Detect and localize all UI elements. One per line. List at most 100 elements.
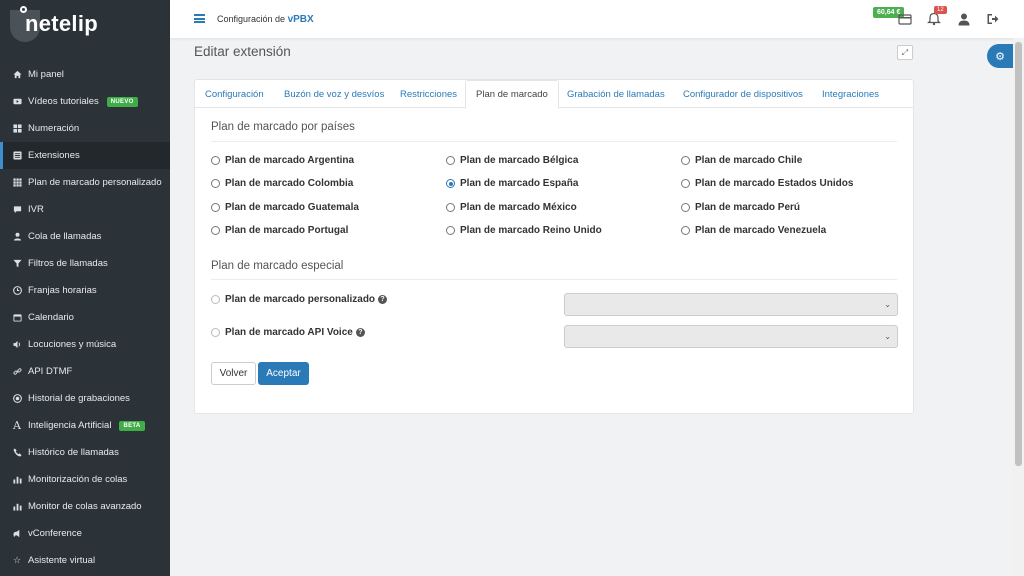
radio-personalizado[interactable]: Plan de marcado personalizado ? xyxy=(211,294,388,305)
chat-icon xyxy=(12,205,22,215)
tab-configuracion[interactable]: Configuración xyxy=(195,80,274,108)
sidebar-item-label: Asistente virtual xyxy=(28,555,96,566)
home-icon xyxy=(12,70,22,80)
logo-text: netelip xyxy=(20,6,98,37)
logout-icon[interactable] xyxy=(986,12,1000,26)
sidebar-item-ivr[interactable]: IVR xyxy=(0,196,170,223)
sidebar-item-label: Monitor de colas avanzado xyxy=(28,501,142,512)
bar-chart-icon xyxy=(12,475,22,485)
radio-colombia[interactable]: Plan de marcado Colombia xyxy=(211,178,353,189)
radio-circle[interactable] xyxy=(681,179,690,188)
logo[interactable]: netelip xyxy=(0,0,170,52)
api-voice-select[interactable]: ⌄ xyxy=(564,325,898,348)
radio-circle[interactable] xyxy=(681,226,690,235)
list-icon xyxy=(12,151,22,161)
sidebar-item-franjas[interactable]: Franjas horarias xyxy=(0,277,170,304)
chevron-down-icon: ⌄ xyxy=(884,300,891,309)
radio-circle[interactable] xyxy=(211,226,220,235)
menu-toggle-icon[interactable] xyxy=(194,14,205,23)
topbar: Configuración de vPBX 60,64 € 12 xyxy=(170,0,1024,38)
radio-belgica[interactable]: Plan de marcado Bélgica xyxy=(446,155,578,166)
sidebar-item-asistente[interactable]: ☆ Asistente virtual xyxy=(0,547,170,574)
user-profile-icon[interactable] xyxy=(957,12,971,26)
sidebar-item-plan-personalizado[interactable]: Plan de marcado personalizado xyxy=(0,169,170,196)
radio-api-voice[interactable]: Plan de marcado API Voice ? xyxy=(211,327,365,338)
new-badge: NUEVO xyxy=(106,96,138,107)
radio-circle[interactable] xyxy=(446,156,455,165)
back-button[interactable]: Volver xyxy=(211,362,256,385)
tab-bar: Configuración Buzón de voz y desvíos Res… xyxy=(195,80,913,109)
sidebar-item-monitorizacion[interactable]: Monitorización de colas xyxy=(0,466,170,493)
radio-argentina[interactable]: Plan de marcado Argentina xyxy=(211,155,354,166)
tab-buzon-voz[interactable]: Buzón de voz y desvíos xyxy=(274,80,394,108)
radio-circle[interactable] xyxy=(446,226,455,235)
radio-portugal[interactable]: Plan de marcado Portugal xyxy=(211,225,348,236)
tab-restricciones[interactable]: Restricciones xyxy=(390,80,467,108)
radio-circle[interactable] xyxy=(211,156,220,165)
radio-venezuela[interactable]: Plan de marcado Venezuela xyxy=(681,225,826,236)
accept-button[interactable]: Aceptar xyxy=(258,362,309,385)
tab-grabacion[interactable]: Grabación de llamadas xyxy=(557,80,675,108)
notification-count-badge: 12 xyxy=(934,6,947,14)
scrollbar-thumb[interactable] xyxy=(1015,42,1022,466)
tab-integraciones[interactable]: Integraciones xyxy=(812,80,889,108)
radio-guatemala[interactable]: Plan de marcado Guatemala xyxy=(211,202,359,213)
clock-icon xyxy=(12,286,22,296)
grid-dots-icon xyxy=(12,178,22,188)
sidebar-item-calendario[interactable]: Calendario xyxy=(0,304,170,331)
sidebar-item-label: Inteligencia Artificial xyxy=(28,420,112,431)
sidebar-item-mi-panel[interactable]: Mi panel xyxy=(0,61,170,88)
radio-chile[interactable]: Plan de marcado Chile xyxy=(681,155,802,166)
sidebar-item-cola[interactable]: Cola de llamadas xyxy=(0,223,170,250)
sidebar-item-ia[interactable]: A Inteligencia Artificial BETA xyxy=(0,412,170,439)
radio-circle[interactable] xyxy=(681,203,690,212)
sidebar-nav: Mi panel Vídeos tutoriales NUEVO Numerac… xyxy=(0,61,170,574)
sidebar-item-monitor-avanzado[interactable]: Monitor de colas avanzado xyxy=(0,493,170,520)
help-icon[interactable]: ? xyxy=(378,295,388,304)
sidebar-item-api-dtmf[interactable]: API DTMF xyxy=(0,358,170,385)
sidebar-item-label: vConference xyxy=(28,528,82,539)
page-scrollbar[interactable] xyxy=(1013,38,1024,576)
sidebar-item-label: Filtros de llamadas xyxy=(28,258,108,269)
radio-estados-unidos[interactable]: Plan de marcado Estados Unidos xyxy=(681,178,853,189)
radio-circle[interactable] xyxy=(211,295,220,304)
tab-plan-marcado[interactable]: Plan de marcado xyxy=(465,80,559,109)
tab-configurador-dispositivos[interactable]: Configurador de dispositivos xyxy=(673,80,813,108)
radio-espana[interactable]: Plan de marcado España xyxy=(446,178,578,189)
radio-circle[interactable] xyxy=(211,203,220,212)
sidebar-item-extensiones[interactable]: Extensiones xyxy=(0,142,170,169)
sidebar-item-filtros[interactable]: Filtros de llamadas xyxy=(0,250,170,277)
radio-circle[interactable] xyxy=(211,179,220,188)
record-icon xyxy=(12,394,22,404)
sidebar-item-label: Plan de marcado personalizado xyxy=(28,177,162,188)
sidebar-item-grabaciones[interactable]: Historial de grabaciones xyxy=(0,385,170,412)
sidebar-item-label: Locuciones y música xyxy=(28,339,117,350)
radio-reino-unido[interactable]: Plan de marcado Reino Unido xyxy=(446,225,602,236)
settings-gears-icon[interactable]: ⚙ xyxy=(987,44,1013,68)
sidebar-item-locuciones[interactable]: Locuciones y música xyxy=(0,331,170,358)
expand-icon[interactable]: ⤢ xyxy=(897,45,913,60)
radio-peru[interactable]: Plan de marcado Perú xyxy=(681,202,800,213)
sidebar-item-videos[interactable]: Vídeos tutoriales NUEVO xyxy=(0,88,170,115)
radio-circle-selected[interactable] xyxy=(446,179,455,188)
radio-circle[interactable] xyxy=(446,203,455,212)
divider xyxy=(211,279,897,280)
sidebar-item-historico[interactable]: Histórico de llamadas xyxy=(0,439,170,466)
radio-mexico[interactable]: Plan de marcado México xyxy=(446,202,577,213)
sidebar-item-label: Histórico de llamadas xyxy=(28,447,119,458)
sidebar-item-numeracion[interactable]: Numeración xyxy=(0,115,170,142)
bell-icon[interactable] xyxy=(927,12,941,26)
sidebar-item-vconference[interactable]: vConference xyxy=(0,520,170,547)
conference-icon xyxy=(12,529,22,539)
personalizado-select[interactable]: ⌄ xyxy=(564,293,898,316)
video-icon xyxy=(12,97,22,107)
radio-circle[interactable] xyxy=(681,156,690,165)
billing-card-icon[interactable] xyxy=(898,12,912,26)
divider xyxy=(211,141,897,142)
sidebar-item-label: Vídeos tutoriales xyxy=(28,96,99,107)
sidebar-item-label: Numeración xyxy=(28,123,80,134)
help-icon[interactable]: ? xyxy=(355,328,365,337)
radio-circle[interactable] xyxy=(211,328,220,337)
volume-icon xyxy=(12,340,22,350)
phone-icon xyxy=(12,448,22,458)
